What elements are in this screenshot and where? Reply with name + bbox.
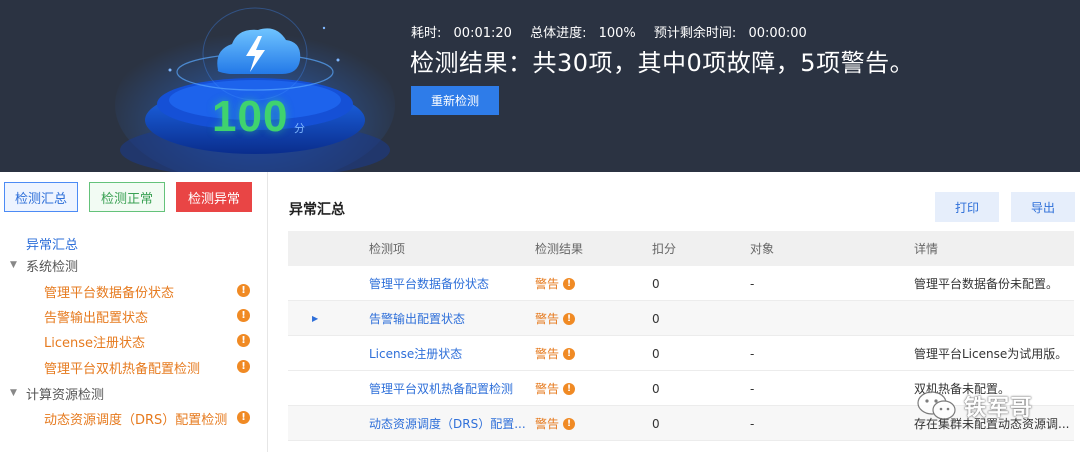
progress-label: 总体进度: <box>530 26 587 41</box>
column-header-item: 检测项 <box>369 242 406 256</box>
tree-group-label: 系统检测 <box>26 259 79 275</box>
tree-root-abnormal-summary[interactable]: 异常汇总 <box>26 232 78 254</box>
row-result: 警告 ! <box>535 301 576 336</box>
tab-normal[interactable]: 检测正常 <box>89 182 165 212</box>
result-text: 警告 <box>535 347 560 361</box>
remaining-value: 00:00:00 <box>748 26 807 41</box>
filter-tabs: 检测汇总 检测正常 检测异常 <box>4 182 252 212</box>
row-score: 0 <box>652 276 660 291</box>
tree-item-label: 管理平台双机热备配置检测 <box>44 361 201 377</box>
row-detail: 管理平台数据备份未配置。 <box>914 277 1059 291</box>
row-object: - <box>750 416 755 431</box>
table-header: 检测项 检测结果 扣分 对象 详情 <box>288 231 1074 266</box>
column-header-detail: 详情 <box>914 242 939 256</box>
result-title: 检测结果：共30项，其中0项故障，5项警告。 <box>410 49 915 77</box>
score-unit: 分 <box>294 122 305 135</box>
tab-summary[interactable]: 检测汇总 <box>4 182 78 212</box>
tree-item[interactable]: 管理平台双机热备配置检测 ! <box>44 356 254 378</box>
health-score: 100 <box>212 92 289 141</box>
warning-icon: ! <box>563 382 576 395</box>
tree-group-label: 计算资源检测 <box>26 387 105 403</box>
table-row: 管理平台数据备份状态 警告 ! 0 - 管理平台数据备份未配置。 <box>288 266 1074 301</box>
progress-value: 100% <box>598 26 636 41</box>
row-score: 0 <box>652 416 660 431</box>
tree-item[interactable]: 告警输出配置状态 ! <box>44 305 254 327</box>
warning-icon: ! <box>237 411 250 424</box>
row-result: 警告 ! <box>535 336 576 371</box>
tree-item[interactable]: 动态资源调度（DRS）配置检测 ! <box>44 407 254 429</box>
row-object: - <box>750 381 755 396</box>
warning-icon: ! <box>563 312 576 325</box>
sidebar: 检测汇总 检测正常 检测异常 异常汇总 ▼ 系统检测 管理平台数据备份状态 ! … <box>0 172 268 452</box>
warning-icon: ! <box>237 334 250 347</box>
row-result: 警告 ! <box>535 371 576 406</box>
tree-item[interactable]: 管理平台数据备份状态 ! <box>44 280 254 302</box>
remaining-label: 预计剩余时间: <box>653 26 737 41</box>
warning-icon: ! <box>237 360 250 373</box>
row-item-link[interactable]: 告警输出配置状态 <box>369 301 529 336</box>
wechat-logo-icon <box>917 391 956 420</box>
expand-caret-icon[interactable]: ▶ <box>312 301 318 336</box>
result-text: 警告 <box>535 382 560 396</box>
column-header-object: 对象 <box>750 242 775 256</box>
caret-down-icon: ▼ <box>10 260 17 270</box>
row-result: 警告 ! <box>535 266 576 301</box>
export-button[interactable]: 导出 <box>1011 192 1075 222</box>
table-row: License注册状态 警告 ! 0 - 管理平台License为试用版。 <box>288 336 1074 371</box>
warning-icon: ! <box>563 347 576 360</box>
warning-icon: ! <box>563 417 576 430</box>
result-text: 警告 <box>535 277 560 291</box>
row-score: 0 <box>652 346 660 361</box>
row-score: 0 <box>652 381 660 396</box>
watermark-text: 铁军哥 <box>964 396 1034 421</box>
row-result: 警告 ! <box>535 406 576 441</box>
tree-group-system[interactable]: ▼ 系统检测 <box>10 254 78 276</box>
column-header-score: 扣分 <box>652 242 677 256</box>
caret-down-icon: ▼ <box>10 388 17 398</box>
scan-stats: 耗时: 00:01:20 总体进度: 100% 预计剩余时间: 00:00:00 <box>411 22 807 41</box>
row-detail <box>914 301 1080 336</box>
print-button[interactable]: 打印 <box>935 192 999 222</box>
row-item-link[interactable]: 管理平台数据备份状态 <box>369 266 529 301</box>
row-item-link[interactable]: License注册状态 <box>369 336 529 371</box>
row-item-link[interactable]: 管理平台双机热备配置检测 <box>369 371 529 406</box>
score-illustration: 100 分 <box>110 0 400 172</box>
elapsed-label: 耗时: <box>411 26 442 41</box>
panel-title: 异常汇总 <box>289 202 345 218</box>
row-object: - <box>750 346 755 361</box>
result-text: 警告 <box>535 312 560 326</box>
scan-header: 100 分 耗时: 00:01:20 总体进度: 100% 预计剩余时间: 00… <box>0 0 1080 172</box>
warning-icon: ! <box>563 277 576 290</box>
watermark: 铁军哥 <box>916 389 1033 423</box>
warning-icon: ! <box>237 309 250 322</box>
tree-group-compute[interactable]: ▼ 计算资源检测 <box>10 382 104 404</box>
column-header-result: 检测结果 <box>535 242 584 256</box>
tree-item-label: License注册状态 <box>44 335 146 351</box>
table-row: ▶ 告警输出配置状态 警告 ! 0 <box>288 301 1074 336</box>
tree-item-label: 动态资源调度（DRS）配置检测 <box>44 412 228 428</box>
warning-icon: ! <box>237 284 250 297</box>
tree-item-label: 告警输出配置状态 <box>44 310 149 326</box>
tab-abnormal[interactable]: 检测异常 <box>176 182 252 212</box>
tree-item-label: 管理平台数据备份状态 <box>44 285 175 301</box>
row-detail: 管理平台License为试用版。 <box>914 347 1068 361</box>
result-text: 警告 <box>535 417 560 431</box>
row-score: 0 <box>652 311 660 326</box>
tree-item[interactable]: License注册状态 ! <box>44 330 254 352</box>
retest-button[interactable]: 重新检测 <box>411 86 499 115</box>
elapsed-value: 00:01:20 <box>453 26 512 41</box>
row-object: - <box>750 276 755 291</box>
row-item-link[interactable]: 动态资源调度（DRS）配置... <box>369 406 529 441</box>
